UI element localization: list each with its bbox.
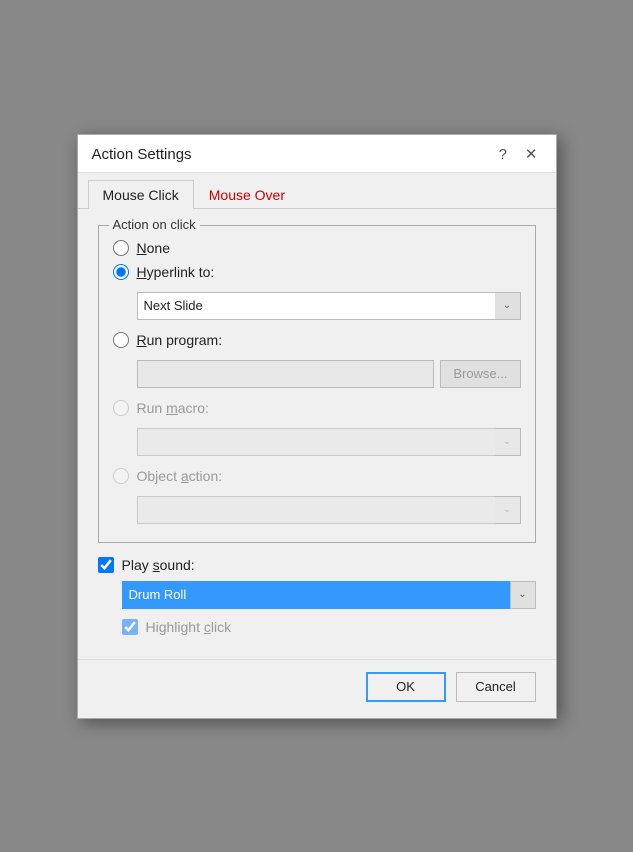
action-radio-group: None Hyperlink to: Next Slide Previo — [113, 240, 521, 528]
object-action-select[interactable] — [137, 496, 521, 524]
run-program-input[interactable] — [137, 360, 435, 388]
ok-button[interactable]: OK — [366, 672, 446, 702]
tab-mouse-over[interactable]: Mouse Over — [194, 180, 300, 209]
object-action-option-row: Object action: — [113, 468, 521, 484]
highlight-click-row: Highlight click — [122, 619, 536, 635]
run-macro-radio[interactable] — [113, 400, 129, 416]
run-macro-label[interactable]: Run macro: — [137, 400, 209, 416]
title-bar-actions: ? ✕ — [493, 145, 544, 164]
tabs: Mouse Click Mouse Over — [78, 173, 556, 209]
run-macro-dropdown-wrapper: ⌄ — [137, 428, 521, 456]
close-button[interactable]: ✕ — [519, 145, 544, 164]
hyperlink-radio[interactable] — [113, 264, 129, 280]
hyperlink-dropdown-wrapper: Next Slide Previous Slide First Slide La… — [137, 292, 521, 320]
hyperlink-option-row: Hyperlink to: — [113, 264, 521, 280]
run-macro-dropdown-row: ⌄ — [137, 428, 521, 456]
object-action-radio[interactable] — [113, 468, 129, 484]
dialog-content: Action on click None Hyperlink to: — [78, 209, 556, 659]
object-action-dropdown-row: ⌄ — [137, 496, 521, 524]
fieldset-legend: Action on click — [109, 217, 200, 232]
object-action-label[interactable]: Object action: — [137, 468, 223, 484]
play-sound-label[interactable]: Play sound: — [122, 557, 195, 573]
dialog-footer: OK Cancel — [78, 659, 556, 718]
play-sound-checkbox[interactable] — [98, 557, 114, 573]
run-program-option-row: Run program: — [113, 332, 521, 348]
run-macro-select[interactable] — [137, 428, 521, 456]
hyperlink-dropdown-row: Next Slide Previous Slide First Slide La… — [137, 292, 521, 320]
action-settings-dialog: Action Settings ? ✕ Mouse Click Mouse Ov… — [77, 134, 557, 719]
cancel-button[interactable]: Cancel — [456, 672, 536, 702]
dialog-title: Action Settings — [92, 146, 192, 163]
run-program-input-row: Browse... — [137, 360, 521, 388]
tab-mouse-click[interactable]: Mouse Click — [88, 180, 194, 209]
hyperlink-label[interactable]: Hyperlink to: — [137, 264, 215, 280]
none-label[interactable]: None — [137, 240, 170, 256]
sound-select[interactable]: [No Sound] Drum Roll Applause Camera Cas… — [122, 581, 536, 609]
none-radio[interactable] — [113, 240, 129, 256]
sound-dropdown-wrapper: [No Sound] Drum Roll Applause Camera Cas… — [122, 581, 536, 609]
object-action-dropdown-wrapper: ⌄ — [137, 496, 521, 524]
run-macro-option-row: Run macro: — [113, 400, 521, 416]
play-sound-row: Play sound: — [98, 557, 536, 573]
run-program-label[interactable]: Run program: — [137, 332, 223, 348]
title-bar: Action Settings ? ✕ — [78, 135, 556, 173]
hyperlink-select[interactable]: Next Slide Previous Slide First Slide La… — [137, 292, 521, 320]
highlight-click-label[interactable]: Highlight click — [146, 619, 232, 635]
action-on-click-fieldset: Action on click None Hyperlink to: — [98, 225, 536, 543]
browse-button[interactable]: Browse... — [440, 360, 520, 388]
none-option-row: None — [113, 240, 521, 256]
run-program-radio[interactable] — [113, 332, 129, 348]
highlight-click-checkbox[interactable] — [122, 619, 138, 635]
help-button[interactable]: ? — [493, 145, 513, 164]
